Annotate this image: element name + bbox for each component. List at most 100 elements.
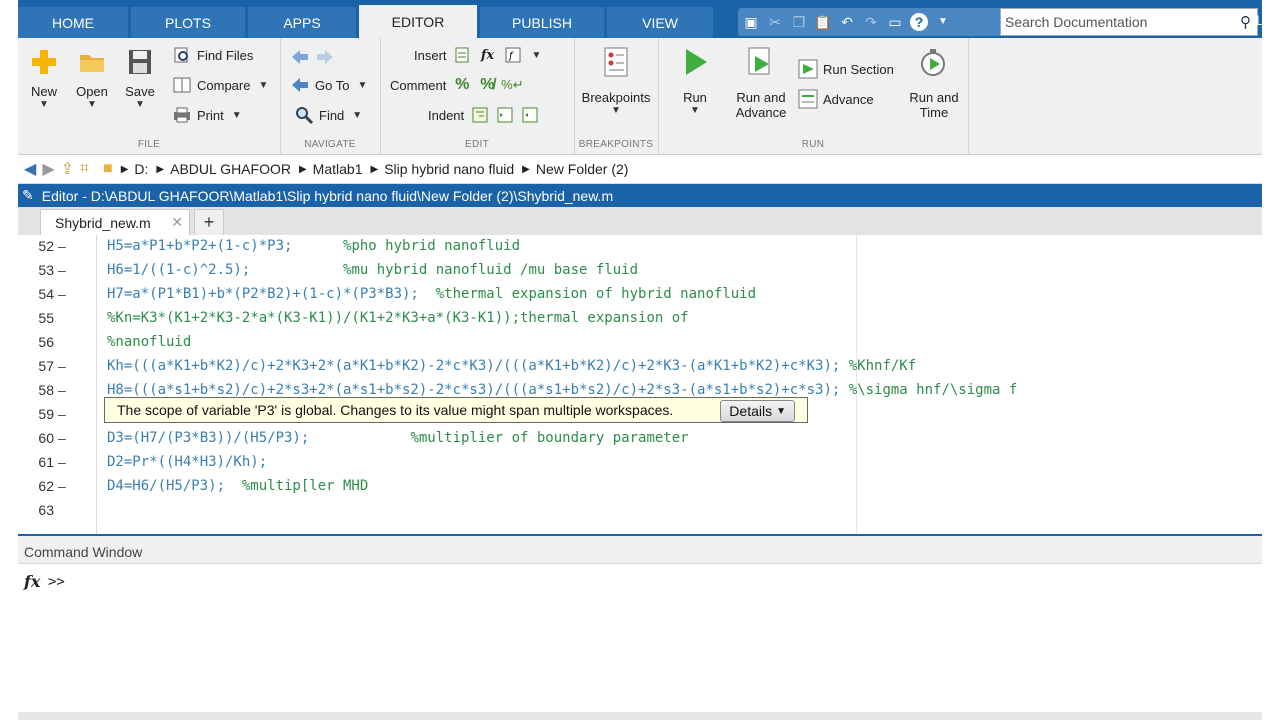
line-number[interactable]: 52 xyxy=(18,238,54,254)
command-prompt[interactable]: >> xyxy=(48,574,65,590)
find-button[interactable]: Find ▼ xyxy=(294,106,362,124)
close-icon[interactable]: ✕ xyxy=(171,214,183,231)
copy-icon[interactable]: ❐ xyxy=(790,13,808,31)
back-forward-buttons[interactable] xyxy=(290,48,340,66)
uncomment-icon[interactable]: %̸ xyxy=(477,76,497,94)
open-button[interactable]: Open ▼ xyxy=(72,46,112,111)
code-line[interactable]: 62– D4=H6/(H5/P3); %multip[ler MHD xyxy=(18,475,1262,499)
breakpoints-button[interactable]: Breakpoints ▼ xyxy=(574,46,658,117)
arrow-left-icon[interactable]: ◀ xyxy=(24,159,36,179)
arrow-right-icon[interactable]: ▶ xyxy=(42,159,54,179)
decrease-indent-icon[interactable] xyxy=(520,106,540,124)
code-editor[interactable]: 52– H5=a*P1+b*P2+(1-c)*P3; %pho hybrid na… xyxy=(18,235,1262,536)
fx-icon[interactable]: fx xyxy=(478,46,498,64)
tab-plots[interactable]: PLOTS xyxy=(131,7,245,38)
smart-indent-icon[interactable] xyxy=(470,106,490,124)
fx-icon[interactable]: fx xyxy=(24,572,40,591)
line-number[interactable]: 55 xyxy=(18,310,54,326)
wrap-comment-icon[interactable]: %↵ xyxy=(501,76,523,94)
code-line[interactable]: 52– H5=a*P1+b*P2+(1-c)*P3; %pho hybrid na… xyxy=(18,235,1262,259)
arrow-right-icon[interactable] xyxy=(315,48,335,66)
comment-percent-icon[interactable]: % xyxy=(452,76,472,94)
tab-publish[interactable]: PUBLISH xyxy=(480,7,604,38)
function-hint-icon[interactable]: f xyxy=(503,46,523,64)
line-number[interactable]: 60 xyxy=(18,430,54,446)
code-line[interactable]: 60– D3=(H7/(P3*B3))/(H5/P3); %multiplier … xyxy=(18,427,1262,451)
code-line[interactable]: 61– D2=Pr*((H4*H3)/Kh); xyxy=(18,451,1262,475)
redo-icon[interactable]: ↷ xyxy=(862,13,880,31)
breakpoint-dash[interactable]: – xyxy=(58,382,66,398)
new-tab-button[interactable]: + xyxy=(194,209,224,235)
code-line[interactable]: 54– H7=a*(P1*B1)+b*(P2*B2)+(1-c)*(P3*B3);… xyxy=(18,283,1262,307)
switch-windows-icon[interactable]: ▭ xyxy=(886,13,904,31)
tab-apps[interactable]: APPS xyxy=(248,7,356,38)
command-window[interactable]: fx >> xyxy=(18,564,1262,712)
tab-editor[interactable]: EDITOR xyxy=(359,5,477,38)
line-number[interactable]: 61 xyxy=(18,454,54,470)
increase-indent-icon[interactable] xyxy=(495,106,515,124)
file-tab-shybrid-new[interactable]: Shybrid_new.m ✕ xyxy=(40,209,190,235)
breadcrumb-abdul-ghafoor[interactable]: ABDUL GHAFOOR xyxy=(170,161,291,177)
line-number[interactable]: 53 xyxy=(18,262,54,278)
breakpoint-dash[interactable]: – xyxy=(58,478,66,494)
line-number[interactable]: 62 xyxy=(18,478,54,494)
line-number[interactable]: 57 xyxy=(18,358,54,374)
code-line[interactable]: 57– Kh=(((a*K1+b*K2)/c)+2*K3+2*(a*K1+b*K2… xyxy=(18,355,1262,379)
breakpoint-dash[interactable]: – xyxy=(58,358,66,374)
breakpoint-dash[interactable]: – xyxy=(58,238,66,254)
insert-button[interactable]: Insert fx f ▼ xyxy=(414,46,541,64)
details-button[interactable]: Details ▼ xyxy=(720,400,795,422)
run-section-button[interactable]: Run Section xyxy=(798,59,894,79)
save-icon[interactable]: ▣ xyxy=(742,13,760,31)
code-text[interactable]: D3=(H7/(P3*B3))/(H5/P3); %multiplier of … xyxy=(107,430,689,446)
cut-icon[interactable]: ✂ xyxy=(766,13,784,31)
code-line[interactable]: 55 %Kn=K3*(K1+2*K3-2*a*(K3-K1))/(K1+2*K3+… xyxy=(18,307,1262,331)
code-text[interactable]: Kh=(((a*K1+b*K2)/c)+2*K3+2*(a*K1+b*K2)-2… xyxy=(107,358,916,374)
line-number[interactable]: 54 xyxy=(18,286,54,302)
line-number[interactable]: 59 xyxy=(18,406,54,422)
go-to-button[interactable]: Go To ▼ xyxy=(290,76,367,94)
advance-button[interactable]: Advance xyxy=(798,89,874,109)
print-button[interactable]: Print ▼ xyxy=(172,106,242,124)
search-icon[interactable]: ⚲ xyxy=(1240,13,1251,31)
chevron-down-icon[interactable]: ▼ xyxy=(934,13,952,31)
code-text[interactable]: D2=Pr*((H4*H3)/Kh); xyxy=(107,454,267,470)
line-number[interactable]: 63 xyxy=(18,502,54,518)
compare-button[interactable]: Compare ▼ xyxy=(172,76,268,94)
breakpoint-dash[interactable]: – xyxy=(58,406,66,422)
tab-view[interactable]: VIEW xyxy=(607,7,713,38)
run-button[interactable]: Run ▼ xyxy=(672,46,718,117)
new-button[interactable]: New ▼ xyxy=(24,46,64,111)
breakpoint-dash[interactable]: – xyxy=(58,262,66,278)
user-initial[interactable]: L xyxy=(1256,12,1262,28)
code-line[interactable]: 63 xyxy=(18,499,1262,523)
undo-icon[interactable]: ↶ xyxy=(838,13,856,31)
search-documentation-input[interactable]: Search Documentation ⚲ xyxy=(1000,8,1258,36)
up-folder-icon[interactable]: ⇪ xyxy=(61,159,74,179)
run-and-advance-button[interactable]: Run and Advance xyxy=(730,46,792,120)
breadcrumb-slip-hybrid[interactable]: Slip hybrid nano fluid xyxy=(384,161,514,177)
breakpoint-dash[interactable]: – xyxy=(58,454,66,470)
code-text[interactable]: H7=a*(P1*B1)+b*(P2*B2)+(1-c)*(P3*B3); %t… xyxy=(107,286,756,302)
breadcrumb-new-folder[interactable]: New Folder (2) xyxy=(536,161,629,177)
code-line[interactable]: 53– H6=1/((1-c)^2.5); %mu hybrid nanoflui… xyxy=(18,259,1262,283)
code-text[interactable]: D4=H6/(H5/P3); %multip[ler MHD xyxy=(107,478,368,494)
breadcrumb-drive[interactable]: D: xyxy=(134,161,148,177)
tab-home[interactable]: HOME xyxy=(18,7,128,38)
breakpoint-dash[interactable]: – xyxy=(58,286,66,302)
find-files-button[interactable]: Find Files xyxy=(172,46,253,64)
code-line[interactable]: 56 %nanofluid xyxy=(18,331,1262,355)
run-and-time-button[interactable]: Run and Time xyxy=(902,46,966,120)
breakpoint-dash[interactable]: – xyxy=(58,430,66,446)
code-text[interactable]: %nanofluid xyxy=(107,334,191,350)
code-text[interactable]: %Kn=K3*(K1+2*K3-2*a*(K3-K1))/(K1+2*K3+a*… xyxy=(107,310,689,326)
breadcrumb-matlab1[interactable]: Matlab1 xyxy=(313,161,363,177)
indent-button[interactable]: Indent xyxy=(428,106,545,124)
paste-icon[interactable]: 📋 xyxy=(814,13,832,31)
line-number[interactable]: 56 xyxy=(18,334,54,350)
save-button[interactable]: Save ▼ xyxy=(120,46,160,111)
help-icon[interactable]: ? xyxy=(910,13,928,31)
code-text[interactable]: H8=(((a*s1+b*s2)/c)+2*s3+2*(a*s1+b*s2)-2… xyxy=(107,382,1017,398)
code-text[interactable]: H6=1/((1-c)^2.5); %mu hybrid nanofluid /… xyxy=(107,262,638,278)
comment-button[interactable]: Comment % %̸ %↵ xyxy=(390,76,527,94)
